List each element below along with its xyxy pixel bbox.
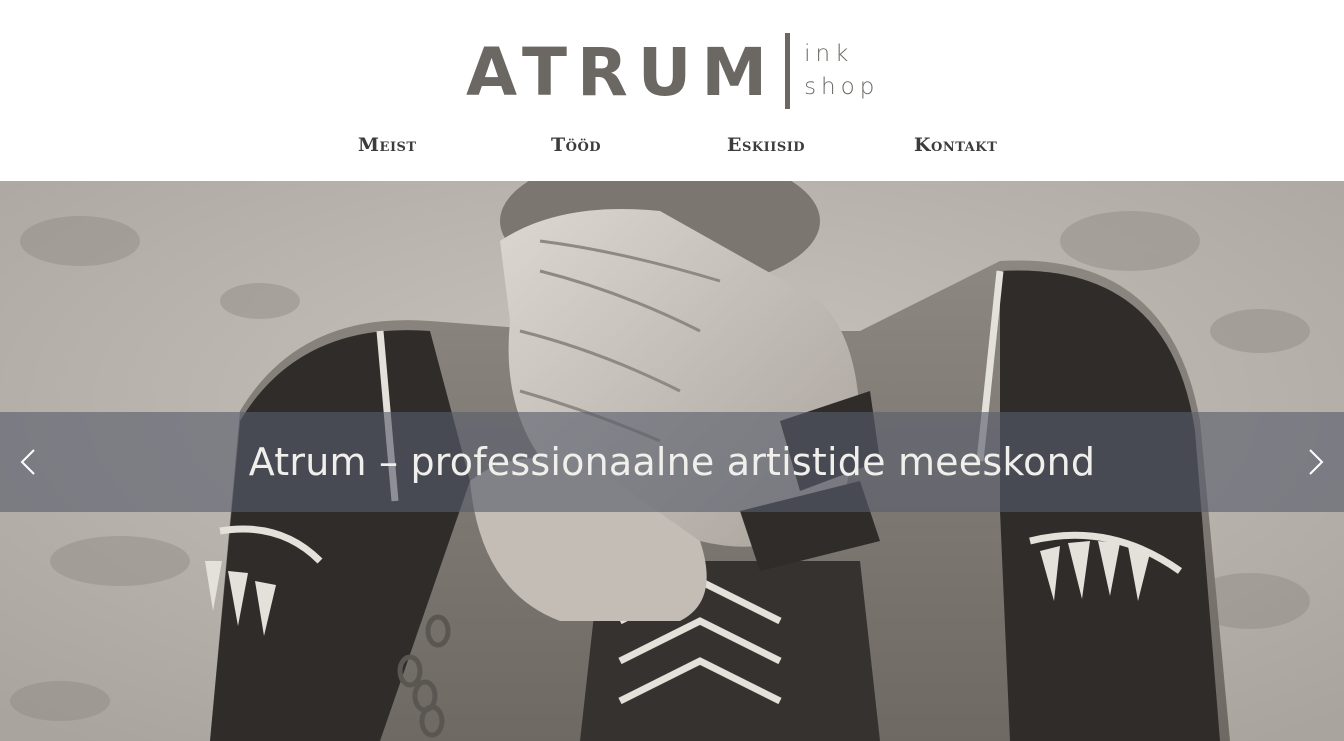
nav-item-eskiisid[interactable]: Eskiisid (727, 134, 805, 156)
nav-item-tood[interactable]: Tööd (551, 134, 601, 156)
logo-sub-line1: ink (804, 41, 854, 67)
nav-item-meist[interactable]: Meist (358, 134, 417, 156)
logo-wordmark: ATRUM (466, 34, 778, 111)
site-header: ATRUM ink shop Meist Tööd Eskiisid Konta… (0, 0, 1344, 181)
logo-sub-line2: shop (804, 74, 880, 100)
site-logo[interactable]: ATRUM ink shop (466, 33, 879, 111)
slide-caption: Atrum – professionaalne artistide meesko… (248, 440, 1096, 484)
chevron-right-icon (1309, 449, 1324, 475)
logo-divider (785, 33, 791, 109)
logo-subtitle: ink shop (804, 38, 879, 104)
slide-caption-band: Atrum – professionaalne artistide meesko… (0, 412, 1344, 512)
nav-item-kontakt[interactable]: Kontakt (914, 134, 997, 156)
slider-next-button[interactable] (1300, 447, 1330, 477)
hero-slider: Atrum – professionaalne artistide meesko… (0, 181, 1344, 741)
slider-prev-button[interactable] (14, 447, 44, 477)
main-nav: Meist Tööd Eskiisid Kontakt (0, 134, 1344, 164)
chevron-left-icon (20, 449, 35, 475)
